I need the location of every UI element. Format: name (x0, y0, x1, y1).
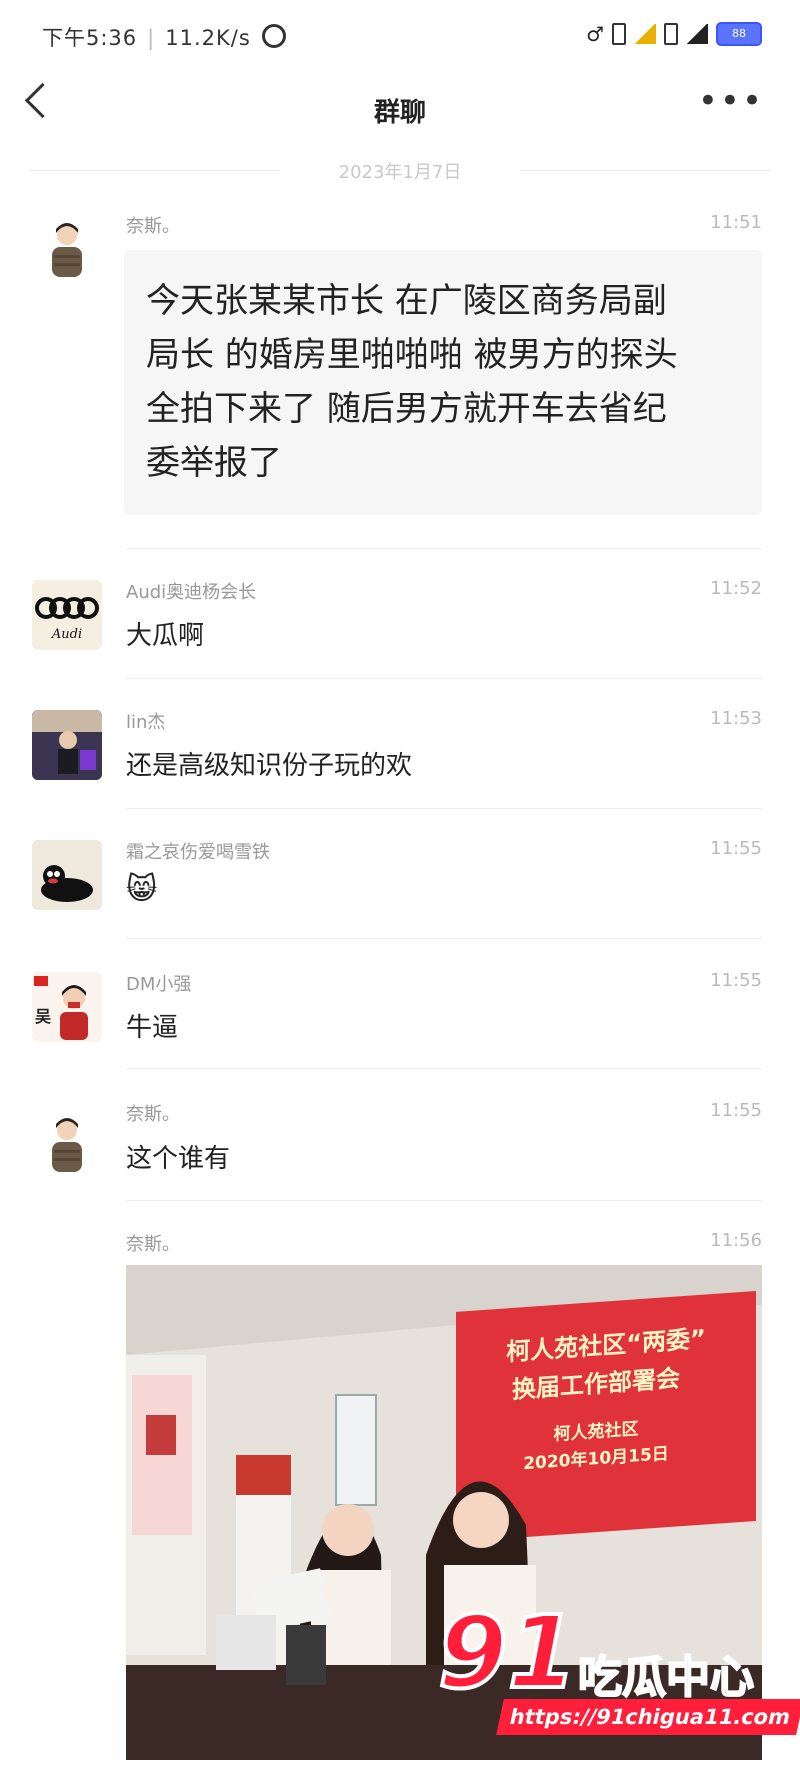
divider (126, 678, 762, 679)
avatar-label: Audi (51, 627, 82, 642)
more-icon[interactable]: ••• (698, 84, 764, 118)
watermark: 91 吃瓜中心 https://91chigua11.com (436, 1594, 800, 1753)
bluetooth-icon: ♂ (586, 22, 604, 46)
sender-name: Audi奥迪杨会长 (126, 582, 257, 603)
avatar[interactable] (32, 1110, 102, 1180)
message-text[interactable]: 这个谁有 (126, 1138, 230, 1175)
battery-icon: 88 (716, 22, 762, 46)
message-text-line: 局长 的婚房里啪啪啪 被男方的探头 (146, 335, 678, 375)
divider (126, 1200, 762, 1201)
sender-name: 霜之哀伤爱喝雪铁 (126, 842, 270, 863)
signal1-icon (634, 24, 656, 44)
network-speed: 11.2K/s (165, 26, 251, 50)
sender-name: 奈斯。 (126, 1104, 180, 1125)
date-separator: 2023年1月7日 (30, 158, 770, 183)
watermark-name: 吃瓜中心 (577, 1651, 755, 1704)
emoji-sticker[interactable]: 😸 (126, 872, 157, 907)
divider (126, 938, 762, 939)
divider (126, 808, 762, 809)
signal2-icon (686, 24, 708, 44)
sender-name: lin杰 (126, 712, 166, 733)
message-text[interactable]: 牛逼 (126, 1007, 178, 1044)
message-time: 11:53 (710, 708, 762, 729)
sender-name: DM小强 (126, 974, 192, 995)
watermark-number: 91 (436, 1594, 579, 1711)
message-bubble[interactable]: 今天张某某市长 在广陵区商务局副 局长 的婚房里啪啪啪 被男方的探头 全拍下来了… (124, 250, 762, 515)
sender-name: 奈斯。 (126, 1234, 180, 1255)
watermark-url: https://91chigua11.com (496, 1699, 800, 1735)
nav-bar: 群聊 ••• (0, 70, 800, 142)
avatar[interactable] (32, 710, 102, 780)
message-text-line: 委举报了 (146, 443, 282, 483)
divider (126, 1068, 762, 1069)
avatar[interactable]: 吴 (32, 972, 102, 1042)
message-time: 11:56 (710, 1230, 762, 1251)
divider (126, 548, 762, 549)
message-time: 11:55 (710, 970, 762, 991)
message-text-line: 全拍下来了 随后男方就开车去省纪 (146, 389, 667, 429)
message-time: 11:52 (710, 578, 762, 599)
page-title: 群聊 (373, 98, 426, 128)
message-text[interactable]: 还是高级知识份子玩的欢 (126, 745, 412, 782)
avatar[interactable] (32, 840, 102, 910)
message-time: 11:55 (710, 1100, 762, 1121)
avatar[interactable] (32, 215, 102, 285)
status-bar: 下午5:36 | 11.2K/s ♂ 88 (0, 0, 800, 70)
message-time: 11:51 (710, 212, 762, 233)
sim1-icon (612, 23, 626, 45)
message-text-line: 今天张某某市长 在广陵区商务局副 (146, 281, 667, 321)
status-time: 下午5:36 (42, 26, 138, 50)
sender-name: 奈斯。 (126, 216, 180, 237)
message-time: 11:55 (710, 838, 762, 859)
sim2-icon (664, 23, 678, 45)
alarm-icon (262, 24, 287, 48)
avatar-label: 吴 (35, 1007, 51, 1026)
avatar[interactable]: Audi (32, 580, 102, 650)
message-text[interactable]: 大瓜啊 (126, 615, 204, 652)
